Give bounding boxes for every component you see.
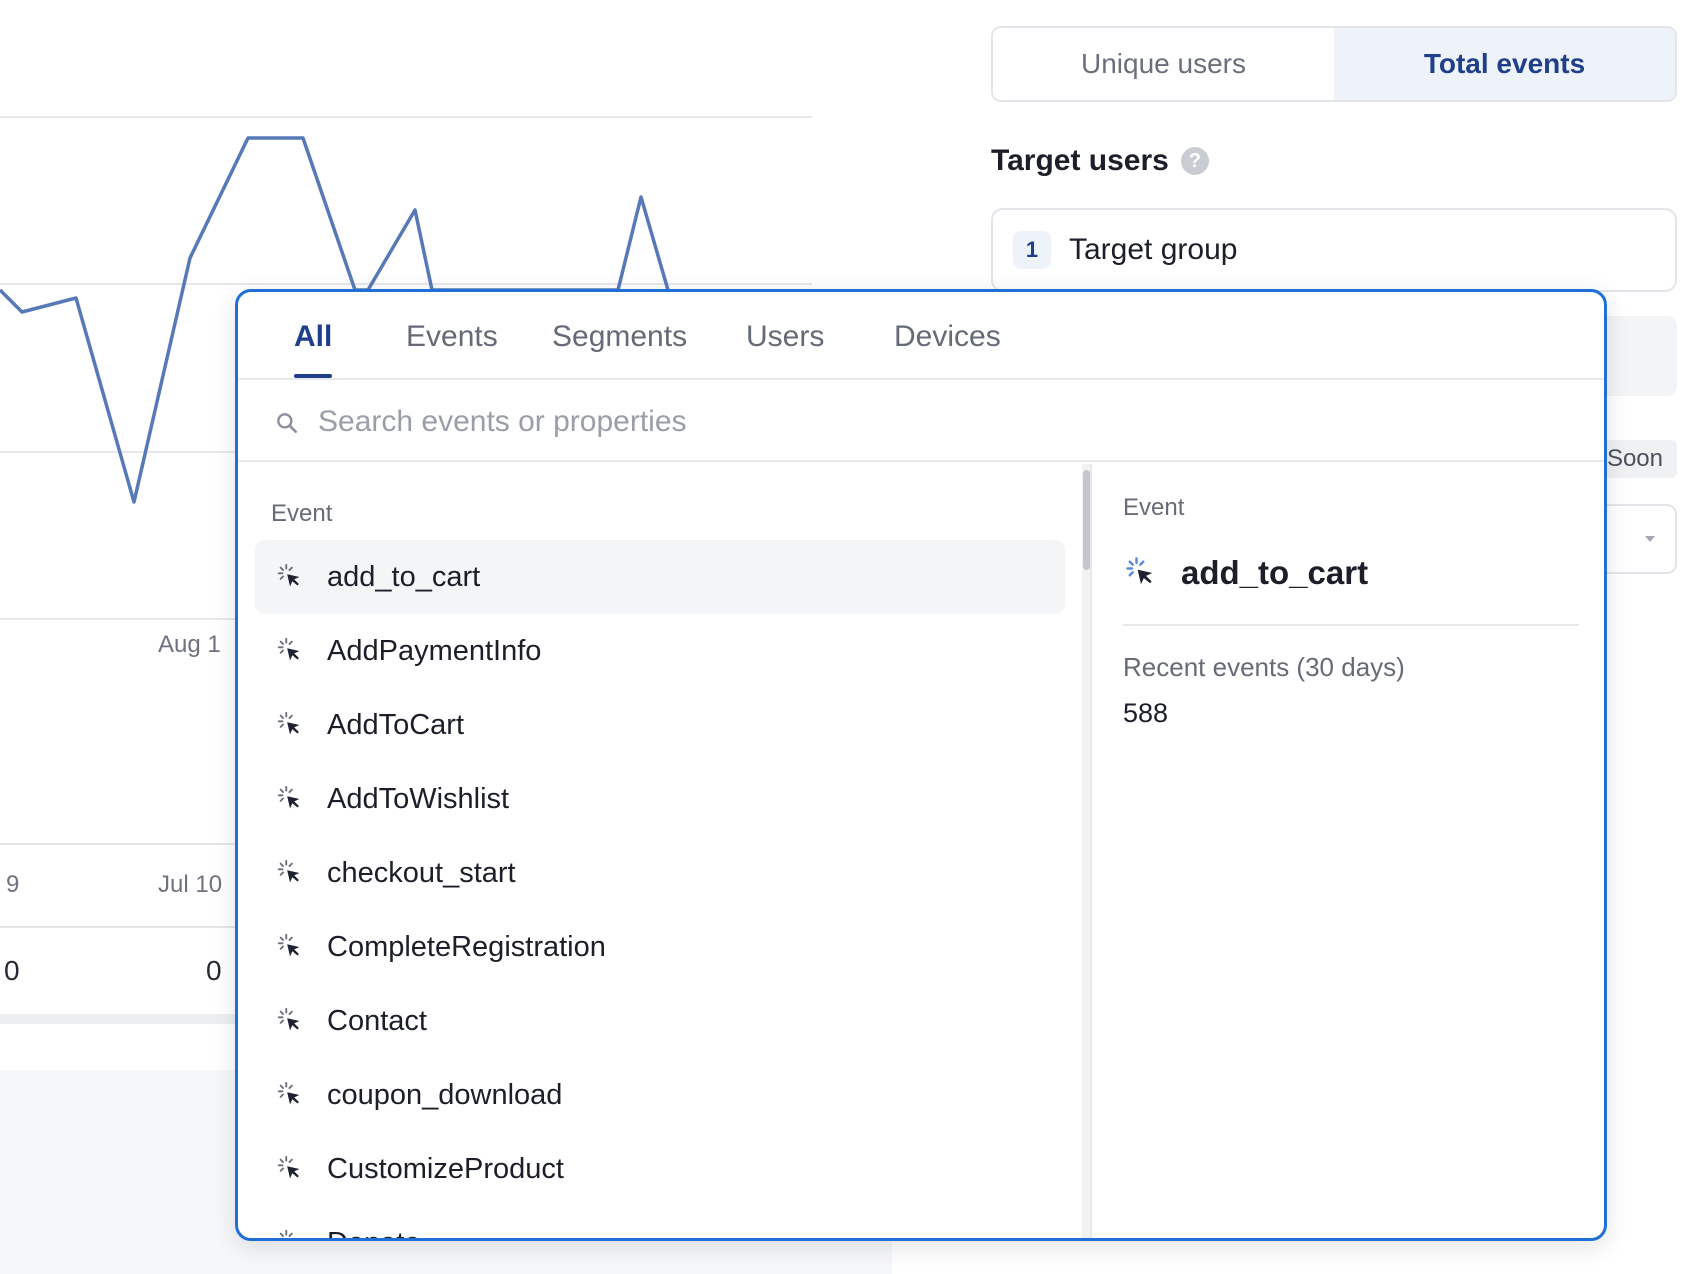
event-name: coupon_download — [327, 1078, 563, 1111]
table-header-cell: 9 — [6, 871, 20, 898]
event-name: AddPaymentInfo — [327, 634, 542, 667]
click-event-icon — [279, 1229, 293, 1238]
detail-section-label: Event — [1123, 494, 1185, 521]
click-event-icon — [1126, 557, 1153, 585]
event-list-item[interactable]: Contact — [255, 984, 1065, 1058]
event-list-item[interactable]: AddPaymentInfo — [255, 614, 1065, 688]
question-circle-icon[interactable]: ? — [1180, 147, 1209, 175]
click-event-icon — [277, 711, 300, 735]
condition-box — [1600, 316, 1677, 396]
table-scroll-track — [0, 1014, 236, 1024]
event-name: Donate — [327, 1227, 421, 1239]
list-scrollbar-thumb[interactable] — [1083, 470, 1090, 570]
target-group-label: Target group — [1069, 233, 1238, 266]
event-list-item[interactable]: CompleteRegistration — [255, 910, 1065, 984]
unique-users-button[interactable]: Unique users — [993, 28, 1334, 100]
event-name: AddToWishlist — [327, 782, 510, 815]
click-event-icon — [277, 1081, 300, 1105]
tab-segments[interactable]: Segments — [552, 320, 687, 354]
event-list-item[interactable]: Donate — [255, 1206, 1065, 1239]
picker-tabs: All Events Segments Users Devices — [238, 292, 1604, 380]
tab-all[interactable]: All — [294, 320, 332, 354]
table-header-cell: Jul 10 — [158, 871, 223, 898]
event-name: CompleteRegistration — [327, 930, 606, 963]
detail-title: add_to_cart — [1123, 554, 1368, 592]
event-name: add_to_cart — [327, 560, 481, 593]
click-event-icon — [277, 637, 300, 661]
target-group-index: 1 — [1013, 231, 1051, 269]
recent-events-value: 588 — [1123, 698, 1169, 728]
table-divider — [0, 926, 236, 928]
list-scrollbar-track[interactable] — [1082, 464, 1090, 1238]
active-tab-indicator — [294, 374, 332, 378]
detail-event-name: add_to_cart — [1181, 554, 1369, 591]
event-picker-popover: All Events Segments Users Devices Event … — [235, 289, 1607, 1241]
metric-toggle: Unique users Total events — [991, 26, 1677, 102]
table-value-cell: 0 — [206, 955, 222, 986]
event-name: Contact — [327, 1004, 427, 1037]
event-list: add_to_cart AddPaymentInfo AddToCart AddToW… — [255, 540, 1065, 1239]
event-name: CustomizeProduct — [327, 1152, 564, 1185]
list-section-label: Event — [271, 500, 333, 527]
soon-badge: Soon — [1596, 440, 1677, 478]
event-list-item[interactable]: checkout_start — [255, 836, 1065, 910]
click-event-icon — [277, 859, 300, 883]
table-value-cell: 0 — [4, 955, 20, 986]
condition-select[interactable] — [1600, 504, 1677, 574]
event-detail-pane: Event add_to_cart Recent events (30 days… — [1092, 464, 1604, 1238]
recent-events-label: Recent events (30 days) — [1123, 652, 1405, 682]
event-list-item[interactable]: AddToCart — [255, 688, 1065, 762]
click-event-icon — [277, 1007, 300, 1031]
event-name: checkout_start — [327, 856, 516, 889]
search-row — [238, 382, 1604, 462]
event-list-pane: Event add_to_cart AddPaymentInfo AddToCart… — [238, 464, 1082, 1239]
event-list-item[interactable]: AddToWishlist — [255, 762, 1065, 836]
target-group-card[interactable]: 1 Target group — [991, 208, 1677, 292]
tab-devices[interactable]: Devices — [894, 320, 1001, 354]
target-users-heading: Target users ? — [991, 144, 1209, 178]
tab-events[interactable]: Events — [406, 320, 498, 354]
click-event-icon — [277, 785, 300, 809]
search-icon — [277, 413, 297, 433]
event-name: AddToCart — [327, 708, 465, 741]
event-list-item[interactable]: coupon_download — [255, 1058, 1065, 1132]
x-axis-tick-label: Aug 1 — [158, 631, 221, 658]
event-list-item[interactable]: CustomizeProduct — [255, 1132, 1065, 1206]
click-event-icon — [277, 563, 300, 587]
total-events-button[interactable]: Total events — [1334, 28, 1675, 100]
chevron-down-icon — [1645, 536, 1655, 542]
table-divider — [0, 843, 236, 845]
click-event-icon — [277, 933, 300, 957]
click-event-icon — [277, 1155, 300, 1179]
tab-users[interactable]: Users — [746, 320, 824, 354]
target-users-label: Target users — [991, 144, 1169, 177]
search-input[interactable] — [318, 398, 1518, 446]
event-list-item[interactable]: add_to_cart — [255, 540, 1065, 614]
detail-divider — [1123, 624, 1579, 626]
